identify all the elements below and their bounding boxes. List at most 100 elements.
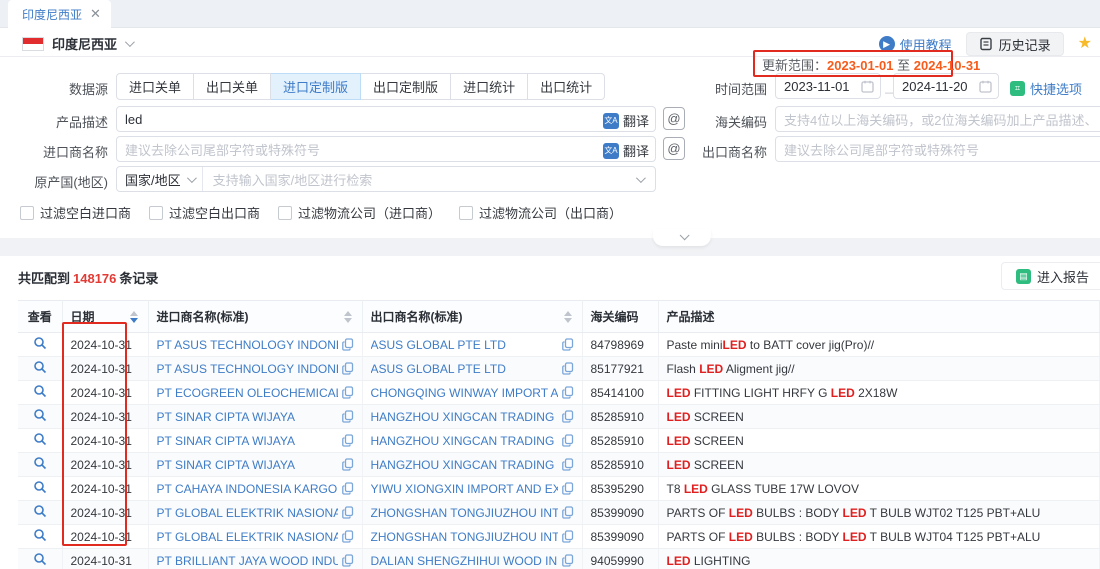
magnifier-icon[interactable]	[33, 336, 47, 350]
exporter-link[interactable]: ZHONGSHAN TONGJIUZHOU INTERNA...	[371, 530, 558, 544]
copy-icon[interactable]	[342, 458, 354, 471]
importer-link[interactable]: PT ECOGREEN OLEOCHEMICALS	[157, 386, 338, 400]
hs-code-input[interactable]: 支持4位以上海关编码，或2位海关编码加上产品描述、企业名称的任意信息	[775, 106, 1100, 132]
exporter-link[interactable]: DALIAN SHENGZHIHUI WOOD INDUST...	[371, 554, 558, 568]
view-record-button[interactable]	[18, 501, 62, 525]
magnifier-icon[interactable]	[33, 456, 47, 470]
copy-icon[interactable]	[342, 434, 354, 447]
view-record-button[interactable]	[18, 453, 62, 477]
translate-button[interactable]: 文A 翻译	[603, 111, 649, 130]
copy-icon[interactable]	[342, 362, 354, 375]
magnifier-icon[interactable]	[33, 384, 47, 398]
copy-icon[interactable]	[562, 530, 574, 543]
copy-icon[interactable]	[342, 554, 354, 567]
collapse-form-button[interactable]	[653, 229, 711, 246]
copy-icon[interactable]	[342, 482, 354, 495]
copy-icon[interactable]	[562, 458, 574, 471]
magnifier-icon[interactable]	[33, 528, 47, 542]
close-icon[interactable]: ✕	[90, 6, 101, 22]
importer-link[interactable]: PT BRILLIANT JAYA WOOD INDUSTRY	[157, 554, 338, 568]
origin-type-select[interactable]: 国家/地区	[117, 167, 203, 191]
filter-checkbox[interactable]: 过滤空白进口商	[20, 203, 131, 222]
sort-icon[interactable]	[344, 311, 352, 323]
enter-report-button[interactable]: ▤ 进入报告	[1001, 262, 1100, 290]
magnifier-icon[interactable]	[33, 432, 47, 446]
copy-icon[interactable]	[562, 434, 574, 447]
origin-input[interactable]: 国家/地区 支持输入国家/地区进行检索	[116, 166, 656, 192]
filter-checkbox[interactable]: 过滤物流公司（出口商）	[459, 203, 622, 222]
history-button[interactable]: 历史记录	[966, 32, 1064, 56]
exporter-link[interactable]: YIWU XIONGXIN IMPORT AND EXPORT...	[371, 482, 558, 496]
data-source-option[interactable]: 进口关单	[116, 73, 194, 100]
copy-icon[interactable]	[562, 386, 574, 399]
importer-link[interactable]: PT ASUS TECHNOLOGY INDONESIA BA...	[157, 338, 338, 352]
copy-icon[interactable]	[342, 506, 354, 519]
date-start-input[interactable]: 2023-11-01	[775, 73, 881, 99]
view-record-button[interactable]	[18, 549, 62, 569]
view-record-button[interactable]	[18, 333, 62, 357]
view-record-button[interactable]	[18, 405, 62, 429]
view-record-button[interactable]	[18, 357, 62, 381]
view-record-button[interactable]	[18, 429, 62, 453]
data-source-option[interactable]: 出口定制版	[361, 73, 451, 100]
favorite-star-icon[interactable]: ★	[1078, 36, 1092, 52]
copy-icon[interactable]	[562, 410, 574, 423]
checkbox-icon[interactable]	[459, 206, 473, 220]
importer-link[interactable]: PT CAHAYA INDONESIA KARGO	[157, 482, 338, 496]
copy-icon[interactable]	[562, 554, 574, 567]
sort-icon[interactable]	[564, 311, 572, 323]
importer-link[interactable]: PT GLOBAL ELEKTRIK NASIONAL	[157, 506, 338, 520]
column-header[interactable]: 出口商名称(标准)	[362, 301, 582, 333]
copy-icon[interactable]	[342, 386, 354, 399]
importer-input[interactable]: 建议去除公司尾部字符或特殊符号 文A 翻译	[116, 136, 656, 162]
data-source-option[interactable]: 进口统计	[451, 73, 528, 100]
importer-link[interactable]: PT SINAR CIPTA WIJAYA	[157, 410, 338, 424]
copy-icon[interactable]	[342, 338, 354, 351]
view-record-button[interactable]	[18, 525, 62, 549]
sort-icon[interactable]	[130, 311, 138, 323]
copy-icon[interactable]	[562, 362, 574, 375]
magnifier-icon[interactable]	[33, 552, 47, 566]
column-header[interactable]: 日期	[62, 301, 148, 333]
magnifier-icon[interactable]	[33, 480, 47, 494]
exporter-link[interactable]: HANGZHOU XINGCAN TRADING CO LTD	[371, 434, 558, 448]
checkbox-icon[interactable]	[20, 206, 34, 220]
importer-link[interactable]: PT ASUS TECHNOLOGY INDONESIA BA...	[157, 362, 338, 376]
importer-link[interactable]: PT SINAR CIPTA WIJAYA	[157, 434, 338, 448]
country-selector[interactable]: 印度尼西亚	[22, 34, 132, 53]
magnifier-icon[interactable]	[33, 504, 47, 518]
exporter-input[interactable]: 建议去除公司尾部字符或特殊符号	[775, 136, 1100, 162]
data-source-option[interactable]: 出口关单	[194, 73, 271, 100]
importer-link[interactable]: PT GLOBAL ELEKTRIK NASIONAL	[157, 530, 338, 544]
exporter-link[interactable]: CHONGQING WINWAY IMPORT AND E...	[371, 386, 558, 400]
copy-icon[interactable]	[342, 410, 354, 423]
view-record-button[interactable]	[18, 477, 62, 501]
checkbox-icon[interactable]	[278, 206, 292, 220]
exporter-link[interactable]: ASUS GLOBAL PTE LTD	[371, 362, 558, 376]
product-desc-input[interactable]: led 文A 翻译	[116, 106, 656, 132]
magnifier-icon[interactable]	[33, 408, 47, 422]
copy-icon[interactable]	[342, 530, 354, 543]
copy-icon[interactable]	[562, 506, 574, 519]
tab-indonesia[interactable]: 印度尼西亚 ✕	[8, 0, 111, 28]
importer-link[interactable]: PT SINAR CIPTA WIJAYA	[157, 458, 338, 472]
quick-options-link[interactable]: ⌗ 快捷选项	[1010, 79, 1082, 98]
data-source-option[interactable]: 进口定制版	[271, 73, 361, 100]
data-source-option[interactable]: 出口统计	[528, 73, 605, 100]
copy-icon[interactable]	[562, 482, 574, 495]
filter-checkbox[interactable]: 过滤物流公司（进口商）	[278, 203, 441, 222]
exporter-link[interactable]: ZHONGSHAN TONGJIUZHOU INTERNA...	[371, 506, 558, 520]
filter-checkbox[interactable]: 过滤空白出口商	[149, 203, 260, 222]
checkbox-icon[interactable]	[149, 206, 163, 220]
column-header[interactable]: 进口商名称(标准)	[148, 301, 362, 333]
exporter-link[interactable]: HANGZHOU XINGCAN TRADING CO LTD	[371, 458, 558, 472]
magnifier-icon[interactable]	[33, 360, 47, 374]
tutorial-link[interactable]: ▶ 使用教程	[879, 35, 952, 54]
translate-button[interactable]: 文A 翻译	[603, 141, 649, 160]
date-end-input[interactable]: 2024-11-20	[893, 73, 999, 99]
exporter-link[interactable]: ASUS GLOBAL PTE LTD	[371, 338, 558, 352]
filter-label: 过滤空白进口商	[40, 203, 131, 222]
copy-icon[interactable]	[562, 338, 574, 351]
view-record-button[interactable]	[18, 381, 62, 405]
exporter-link[interactable]: HANGZHOU XINGCAN TRADING CO LTD	[371, 410, 558, 424]
